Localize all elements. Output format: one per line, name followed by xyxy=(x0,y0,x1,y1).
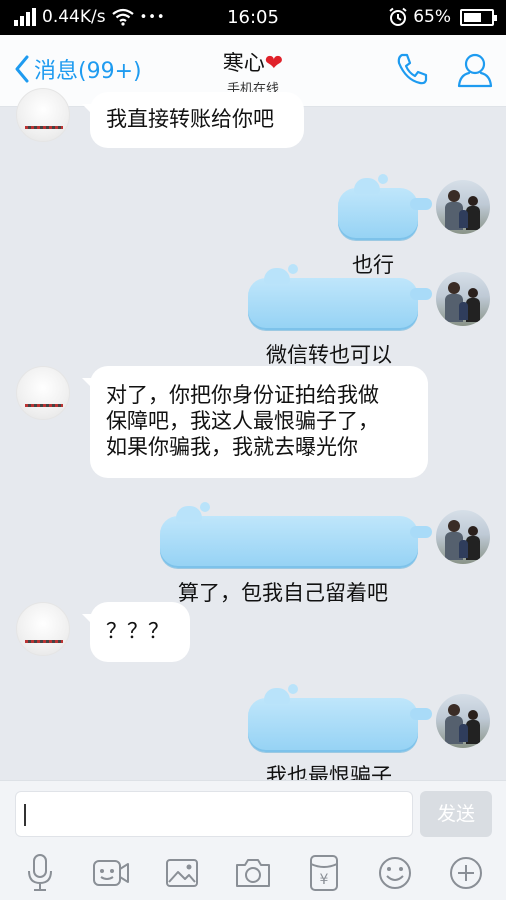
more-button[interactable] xyxy=(445,853,487,893)
my-avatar[interactable] xyxy=(436,510,490,564)
battery-icon xyxy=(460,8,497,26)
camera-button[interactable] xyxy=(232,853,274,893)
message-text: 算了，包我自己留着吧 xyxy=(178,581,388,605)
message-input[interactable] xyxy=(15,791,413,837)
alarm-icon xyxy=(389,7,407,26)
red-packet-button[interactable]: ¥ xyxy=(303,853,345,893)
red-packet-icon: ¥ xyxy=(310,855,338,891)
my-avatar[interactable] xyxy=(436,694,490,748)
yuan-symbol: ¥ xyxy=(320,872,329,888)
plus-icon xyxy=(450,857,482,889)
voice-button[interactable] xyxy=(19,853,61,893)
my-avatar[interactable] xyxy=(436,272,490,326)
call-button[interactable] xyxy=(394,51,430,91)
message-bubble-incoming[interactable]: 对了，你把你身份证拍给我做 保障吧，我这人最恨骗子了， 如果你骗我，我就去曝光你 xyxy=(82,366,428,478)
profile-button[interactable] xyxy=(456,51,494,93)
contact-name-text: 寒心 xyxy=(222,51,265,75)
composer: 发送 ¥ xyxy=(0,780,506,900)
message-text: 微信转也可以 xyxy=(266,343,392,367)
my-avatar[interactable] xyxy=(436,180,490,234)
message-bubble-incoming[interactable]: ？？？ xyxy=(82,602,190,662)
video-icon xyxy=(93,860,129,886)
image-icon xyxy=(166,859,198,887)
contact-avatar[interactable] xyxy=(16,602,70,656)
camera-icon xyxy=(236,859,270,887)
emoji-icon xyxy=(379,857,411,889)
battery-percent: 65% xyxy=(413,7,451,27)
person-icon xyxy=(457,53,493,88)
status-bar: 0.44K/s ••• 16:05 65% xyxy=(0,0,506,35)
message-text: 也行 xyxy=(352,253,394,277)
input-toolbar: ¥ xyxy=(0,851,506,895)
emoji-button[interactable] xyxy=(374,853,416,893)
image-button[interactable] xyxy=(161,853,203,893)
phone-icon xyxy=(397,53,428,85)
message-bubble-outgoing[interactable]: 微信转也可以 xyxy=(248,264,432,367)
contact-avatar[interactable] xyxy=(16,88,70,142)
heart-icon: ❤ xyxy=(264,51,284,76)
video-button[interactable] xyxy=(90,853,132,893)
message-bubble-outgoing[interactable]: 也行 xyxy=(338,174,432,277)
message-bubble-incoming[interactable]: 我直接转账给你吧 xyxy=(82,92,304,148)
send-button[interactable]: 发送 xyxy=(420,791,492,837)
contact-name[interactable]: 寒心❤ xyxy=(0,47,506,77)
message-bubble-outgoing[interactable]: 我也最恨骗子 xyxy=(248,684,432,788)
message-bubble-outgoing[interactable]: 算了，包我自己留着吧 xyxy=(160,502,432,605)
contact-avatar[interactable] xyxy=(16,366,70,420)
microphone-icon xyxy=(28,854,52,891)
